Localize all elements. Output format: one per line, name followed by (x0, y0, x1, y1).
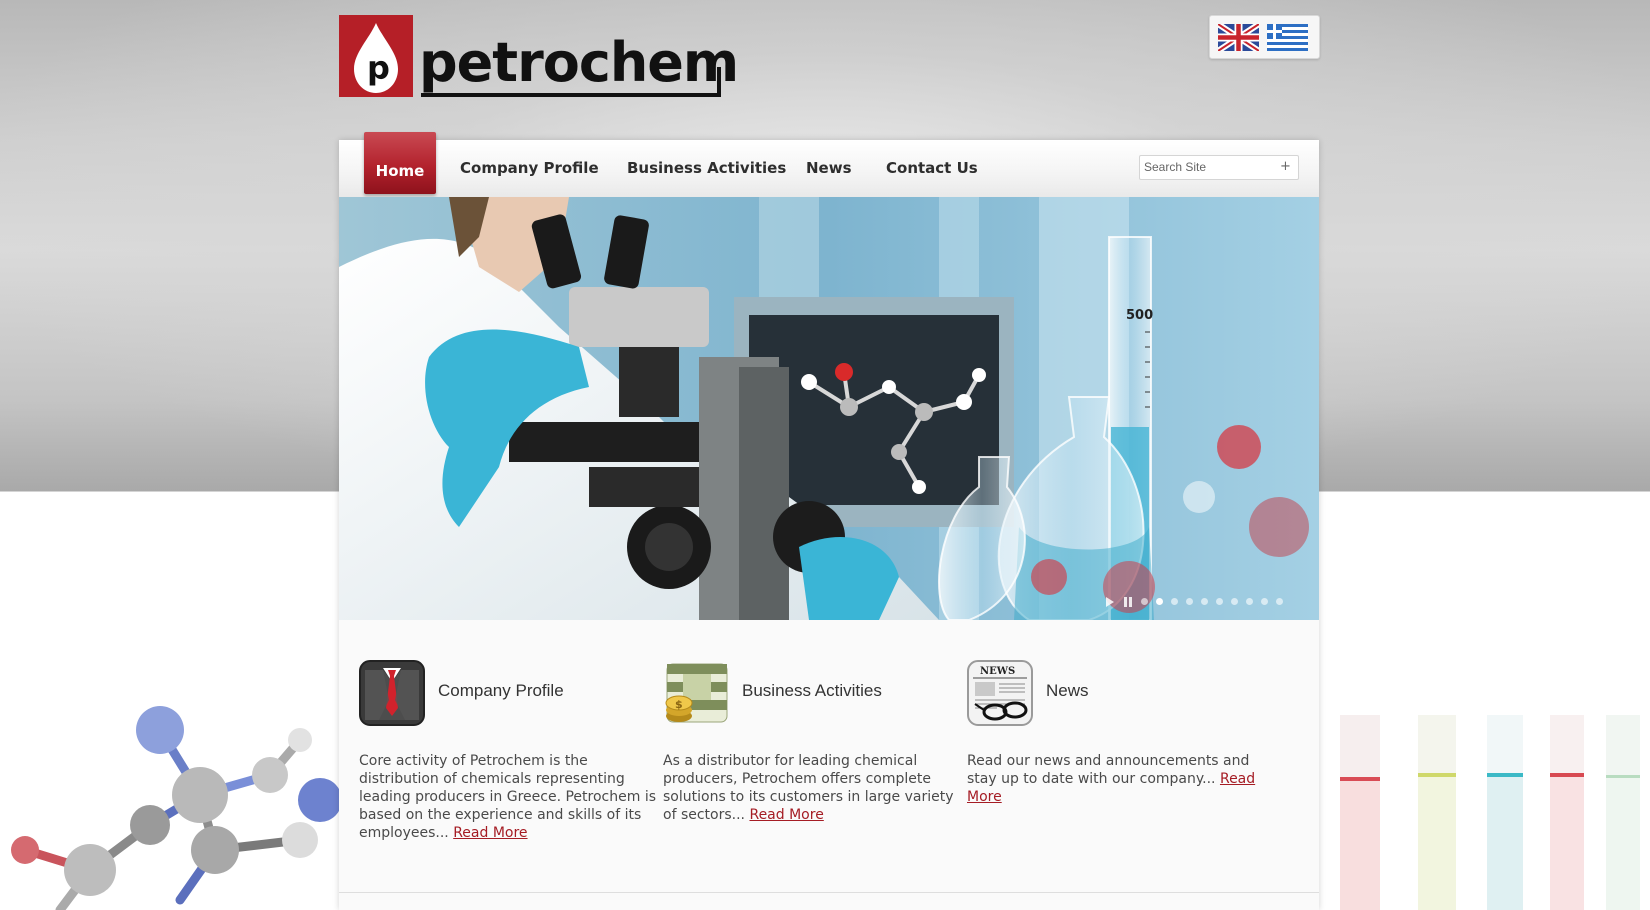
slide-dot[interactable] (1261, 598, 1268, 605)
feature-description: Read our news and announcements and stay… (967, 753, 1250, 787)
read-more-link[interactable]: Read More (453, 825, 527, 841)
search-box: + (1139, 155, 1299, 180)
main-content: Home Company Profile Business Activities… (339, 132, 1319, 910)
svg-text:$: $ (675, 698, 683, 711)
newspaper-glasses-icon: NEWS (967, 660, 1033, 726)
slide-dot[interactable] (1246, 598, 1253, 605)
greek-flag-icon[interactable] (1267, 24, 1308, 51)
language-selector (1209, 15, 1320, 59)
news-icon-label: NEWS (980, 666, 1015, 677)
uk-flag-icon[interactable] (1218, 24, 1259, 51)
nav-contact-us[interactable]: Contact Us (886, 140, 978, 197)
petrochem-logo[interactable]: p petrochem (339, 15, 739, 100)
play-icon[interactable] (1105, 597, 1115, 607)
feature-text: Core activity of Petrochem is the distri… (359, 752, 659, 842)
test-tubes-decoration (1340, 715, 1640, 910)
nav-home[interactable]: Home (364, 132, 436, 194)
nav-company-profile[interactable]: Company Profile (460, 140, 599, 197)
feature-text: Read our news and announcements and stay… (967, 752, 1267, 806)
feature-title: Business Activities (742, 681, 882, 700)
slide-dot[interactable] (1276, 598, 1283, 605)
feature-title: Company Profile (438, 681, 564, 700)
feature-title: News (1046, 681, 1089, 700)
molecule-decoration (11, 706, 340, 910)
cylinder-label: 500 (1126, 308, 1153, 323)
nav-business-activities[interactable]: Business Activities (627, 140, 786, 197)
businessman-suit-icon (359, 660, 425, 726)
hero-slider: 500 (339, 197, 1319, 620)
search-input[interactable] (1144, 158, 1272, 176)
plus-icon[interactable]: + (1280, 159, 1291, 174)
slide-dot[interactable] (1141, 598, 1148, 605)
slider-controls (1105, 596, 1295, 608)
content-divider (339, 892, 1319, 893)
slide-dot-active[interactable] (1156, 598, 1163, 605)
slide-dot[interactable] (1201, 598, 1208, 605)
slide-dot[interactable] (1216, 598, 1223, 605)
slide-dot[interactable] (1171, 598, 1178, 605)
top-navigation: Home Company Profile Business Activities… (339, 132, 1319, 198)
lab-scientist-image: 500 (339, 197, 1319, 620)
pause-icon[interactable] (1123, 597, 1133, 607)
money-coins-icon: $ (665, 663, 728, 723)
read-more-link[interactable]: Read More (749, 807, 823, 823)
nav-news[interactable]: News (806, 140, 852, 197)
svg-text:p: p (367, 49, 390, 87)
logo-text: petrochem (419, 31, 738, 94)
feature-text: As a distributor for leading chemical pr… (663, 752, 963, 824)
slide-dot[interactable] (1186, 598, 1193, 605)
slide-dot[interactable] (1231, 598, 1238, 605)
